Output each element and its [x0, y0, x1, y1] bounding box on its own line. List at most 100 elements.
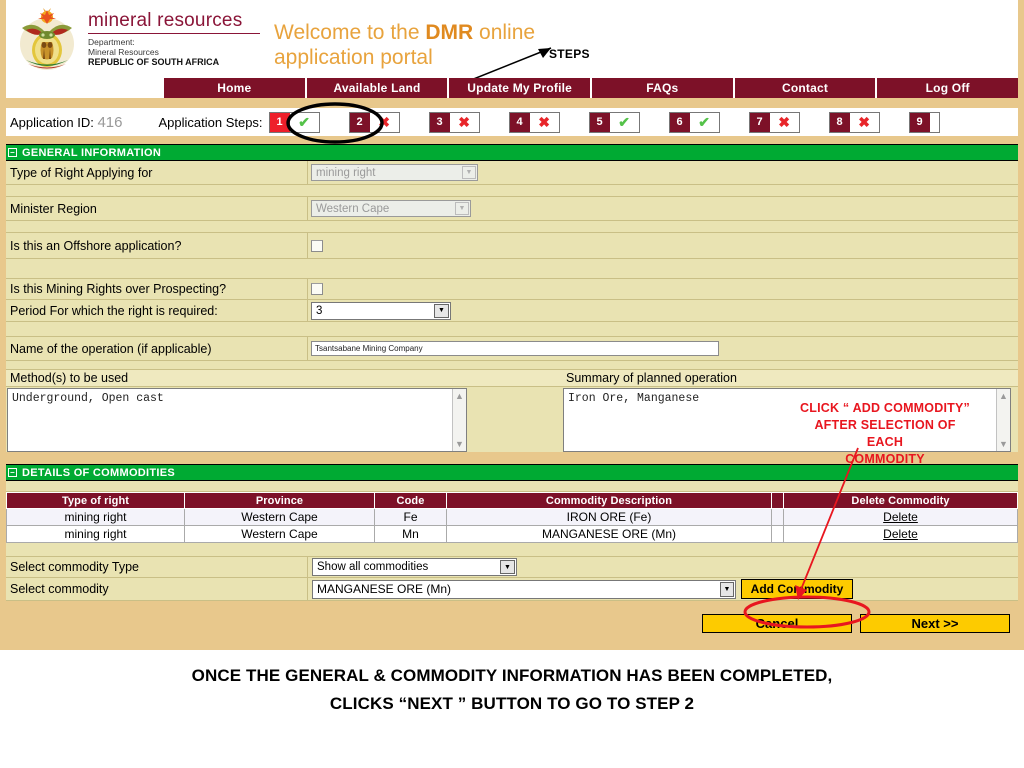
select-minister-region-value: Western Cape — [316, 202, 390, 215]
department-line-1: Department: — [88, 37, 135, 47]
select-commodity-type-value: Show all commodities — [317, 561, 429, 573]
section-title-general: GENERAL INFORMATION — [22, 146, 162, 159]
delete-link-1[interactable]: Delete — [883, 527, 918, 541]
row-spacer-1 — [6, 185, 1018, 197]
step-number-8: 8 — [829, 112, 850, 132]
chevron-down-icon-commodity-type[interactable]: ▼ — [500, 560, 515, 574]
step-status-x-icon-8: ✖ — [849, 112, 879, 132]
step-indicator-5[interactable]: 5 ✔ — [588, 111, 640, 133]
cell-code-0: Fe — [374, 508, 447, 526]
step-1-highlight-ellipse — [286, 102, 384, 144]
scroll-down-icon-summary[interactable]: ▼ — [999, 439, 1008, 449]
site-header: mineral resources Department: Mineral Re… — [6, 0, 1018, 125]
step-number-4: 4 — [509, 112, 530, 132]
select-commodity-value: MANGANESE ORE (Mn) — [317, 582, 452, 596]
scroll-up-icon-summary[interactable]: ▲ — [999, 391, 1008, 401]
cell-type-of-right-1: mining right — [6, 525, 185, 543]
section-header-general-information[interactable]: − GENERAL INFORMATION — [6, 144, 1018, 161]
label-select-commodity: Select commodity — [6, 577, 308, 601]
nav-item-home[interactable]: Home — [164, 78, 307, 98]
cell-description-1: MANGANESE ORE (Mn) — [446, 525, 772, 543]
step-status-blank-9 — [929, 112, 939, 132]
chevron-down-icon-commodity[interactable]: ▼ — [720, 581, 734, 597]
select-commodity-type[interactable]: Show all commodities ▼ — [312, 558, 517, 576]
steps-annotation-label: STEPS — [549, 47, 590, 61]
scrollbar-methods[interactable]: ▲ ▼ — [452, 389, 466, 451]
caption-line-2: CLICKS “NEXT ” BUTTON TO GO TO STEP 2 — [329, 694, 695, 713]
label-methods-to-be-used: Method(s) to be used — [6, 370, 562, 387]
nav-item-update-my-profile[interactable]: Update My Profile — [449, 78, 593, 98]
field-row-mining-over-prospecting: Is this Mining Rights over Prospecting? — [6, 278, 1018, 300]
application-steps-strip: Application ID: 416 Application Steps: 1… — [6, 98, 1018, 144]
row-spacer-2 — [6, 221, 1018, 233]
select-period-required[interactable]: 3 ▼ — [311, 301, 451, 320]
main-navigation[interactable]: Home Available Land Update My Profile FA… — [164, 78, 1019, 98]
step-status-x-icon-3: ✖ — [449, 112, 479, 132]
collapse-toggle-icon-commodities[interactable]: − — [8, 468, 17, 477]
step-status-ok-icon-6: ✔ — [689, 112, 719, 132]
nav-item-available-land[interactable]: Available Land — [306, 78, 450, 98]
step-indicator-9[interactable]: 9 — [908, 111, 940, 133]
select-commodity[interactable]: MANGANESE ORE (Mn) ▼ — [312, 579, 736, 599]
step-indicator-6[interactable]: 6 ✔ — [668, 111, 720, 133]
department-line-2: Mineral Resources — [88, 47, 159, 57]
col-commodity-description: Commodity Description — [446, 492, 772, 509]
delete-link-0[interactable]: Delete — [883, 510, 918, 524]
department-title: mineral resources — [88, 10, 260, 34]
add-commodity-highlight-ellipse — [743, 595, 871, 629]
cell-province-1: Western Cape — [184, 525, 375, 543]
collapse-toggle-icon-general[interactable]: − — [8, 148, 17, 157]
label-minister-region: Minister Region — [6, 196, 308, 221]
add-commodity-annotation-arrow — [795, 447, 859, 600]
chevron-down-icon-period[interactable]: ▼ — [434, 303, 449, 318]
scrollbar-summary[interactable]: ▲ ▼ — [996, 389, 1010, 451]
step-indicator-4[interactable]: 4 ✖ — [508, 111, 560, 133]
next-button[interactable]: Next >> — [860, 614, 1010, 633]
caption-line-1: ONCE THE GENERAL & COMMODITY INFORMATION… — [191, 666, 833, 685]
select-type-of-right-value: mining right — [316, 166, 376, 179]
application-steps-label: Application Steps: — [158, 114, 263, 130]
label-operation-name: Name of the operation (if applicable) — [6, 336, 308, 361]
chevron-down-icon-minister-region[interactable]: ▼ — [455, 202, 469, 215]
row-spacer-5 — [6, 361, 1018, 370]
select-period-value: 3 — [316, 304, 323, 317]
step-status-x-icon-4: ✖ — [529, 112, 559, 132]
select-minister-region[interactable]: Western Cape ▼ — [311, 200, 471, 217]
step-number-3: 3 — [429, 112, 450, 132]
annotation-line-1: CLICK “ ADD COMMODITY” — [800, 401, 970, 415]
application-id-value: 416 — [97, 113, 123, 131]
label-mining-over-prospecting: Is this Mining Rights over Prospecting? — [6, 278, 308, 300]
select-type-of-right[interactable]: mining right ▼ — [311, 164, 478, 181]
step-indicator-3[interactable]: 3 ✖ — [428, 111, 480, 133]
label-summary-of-planned-operation: Summary of planned operation — [562, 370, 1018, 387]
nav-item-log-off[interactable]: Log Off — [877, 78, 1019, 98]
application-id: Application ID: 416 — [10, 114, 122, 131]
field-row-type-of-right: Type of Right Applying for mining right … — [6, 160, 1018, 185]
section-title-commodities: DETAILS OF COMMODITIES — [22, 466, 176, 479]
application-id-label: Application ID: — [10, 114, 94, 130]
step-number-5: 5 — [589, 112, 610, 132]
nav-item-contact[interactable]: Contact — [734, 78, 878, 98]
label-offshore-application: Is this an Offshore application? — [6, 232, 308, 259]
col-type-of-right: Type of right — [6, 492, 185, 509]
step-number-7: 7 — [749, 112, 770, 132]
field-row-minister-region: Minister Region Western Cape ▼ — [6, 196, 1018, 221]
input-operation-name[interactable] — [311, 341, 719, 356]
page-right-edge — [1018, 0, 1024, 650]
field-row-offshore: Is this an Offshore application? — [6, 232, 1018, 259]
step-number-9: 9 — [909, 112, 930, 132]
step-indicator-7[interactable]: 7 ✖ — [748, 111, 800, 133]
label-select-commodity-type: Select commodity Type — [6, 556, 308, 578]
textarea-methods-to-be-used[interactable]: Underground, Open cast ▲ ▼ — [7, 388, 467, 452]
scroll-up-icon-methods[interactable]: ▲ — [455, 391, 464, 401]
scroll-down-icon-methods[interactable]: ▼ — [455, 439, 464, 449]
nav-item-faqs[interactable]: FAQs — [592, 78, 735, 98]
step-status-ok-icon-5: ✔ — [609, 112, 639, 132]
instruction-caption: ONCE THE GENERAL & COMMODITY INFORMATION… — [0, 662, 1024, 718]
col-province: Province — [184, 492, 375, 509]
step-indicator-8[interactable]: 8 ✖ — [828, 111, 880, 133]
chevron-down-icon-type-of-right[interactable]: ▼ — [462, 166, 476, 179]
application-page: mineral resources Department: Mineral Re… — [0, 0, 1024, 768]
checkbox-offshore-application[interactable] — [311, 239, 323, 252]
checkbox-mining-over-prospecting[interactable] — [311, 283, 323, 295]
